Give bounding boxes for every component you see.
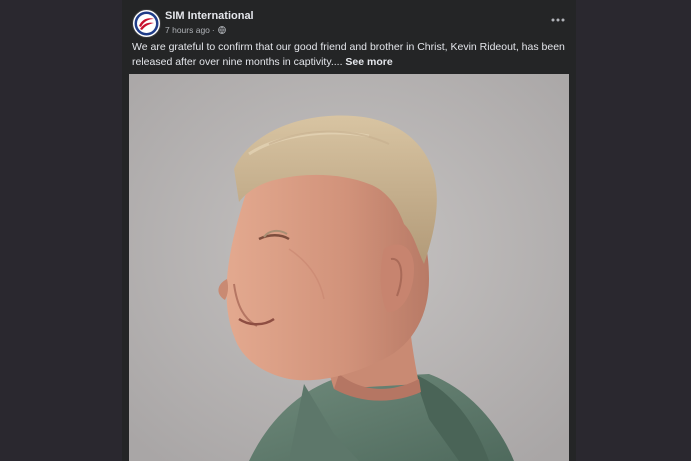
see-more-link[interactable]: See more	[345, 56, 392, 68]
meta-separator: ·	[211, 25, 215, 35]
sim-logo-icon	[134, 11, 159, 36]
page-name-link[interactable]: SIM International	[165, 10, 254, 22]
post-meta: 7 hours ago ·	[165, 25, 226, 35]
more-options-button[interactable]	[548, 13, 568, 27]
more-options-icon	[551, 18, 565, 22]
globe-icon	[217, 26, 226, 34]
page-avatar[interactable]	[132, 9, 161, 38]
facebook-post: SIM International 7 hours ago · We are g…	[122, 0, 576, 461]
portrait-image	[129, 74, 569, 461]
post-caption: We are grateful to confirm that our good…	[132, 40, 572, 70]
post-header: SIM International 7 hours ago ·	[132, 9, 568, 39]
post-timestamp[interactable]: 7 hours ago	[165, 25, 210, 35]
post-photo[interactable]	[129, 74, 569, 461]
